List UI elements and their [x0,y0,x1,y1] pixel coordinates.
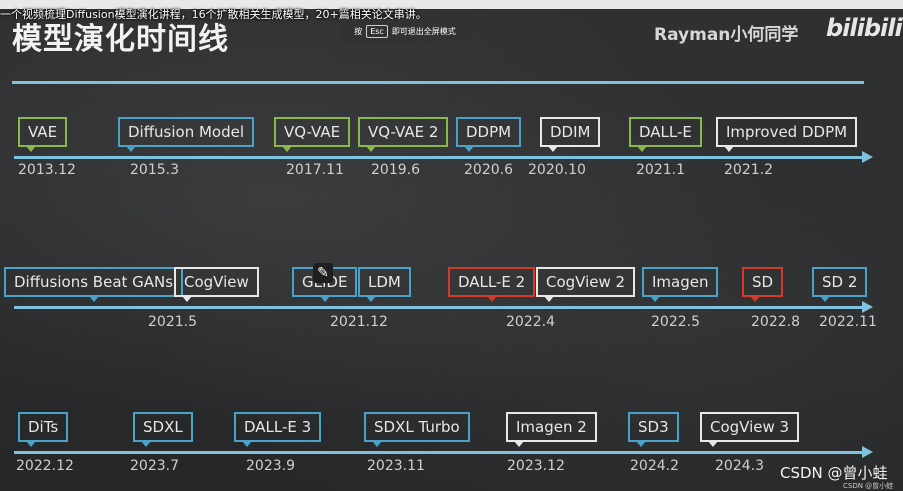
timeline-axis-row2 [14,306,864,309]
date-vae: 2013.12 [18,162,76,178]
model-node-dall-e-3: DALL-E 3 [234,412,322,447]
date-sd: 2022.8 [751,314,800,330]
date-improved-ddpm: 2021.2 [724,162,773,178]
model-node-vq-vae-2: VQ-VAE 2 [358,117,449,152]
date-cogview: 2021.5 [148,314,197,330]
model-node-cogview: CogView [174,267,259,302]
date-vq-vae: 2017.11 [286,162,344,178]
model-node-cogview-3: CogView 3 [700,412,800,447]
model-node-dall-e-2: DALL-E 2 [448,267,536,302]
date-imagen-2: 2023.12 [507,458,565,474]
model-node-imagen: Imagen [642,267,719,302]
model-node-vq-vae: VQ-VAE [274,117,351,152]
fullscreen-exit-toast: 按 Esc 即可退出全屏模式 [339,19,471,43]
date-ddim: 2020.10 [528,162,586,178]
date-imagen: 2022.5 [651,314,700,330]
date-diffusion-model: 2015.3 [130,162,179,178]
date-dits: 2022.12 [16,458,74,474]
arrow-right-icon [862,151,873,163]
slide-title: 模型演化时间线 [12,22,229,57]
model-node-sd3: SD3 [628,412,679,447]
toast-prefix: 按 [354,26,363,36]
model-node-cogview-2: CogView 2 [536,267,636,302]
date-sd3: 2024.2 [630,458,679,474]
model-node-imagen-2: Imagen 2 [506,412,597,447]
toast-suffix: 即可退出全屏模式 [391,26,456,36]
date-dall-e: 2021.1 [636,162,685,178]
date-cogview-2: 2022.4 [506,314,555,330]
model-node-sdxl-turbo: SDXL Turbo [364,412,470,447]
date-sdxl-turbo: 2023.11 [367,458,425,474]
csdn-watermark: CSDN @曾小蛙 [780,464,888,482]
date-sd-2: 2022.11 [819,314,877,330]
date-ddpm: 2020.6 [464,162,513,178]
model-node-sd-2: SD 2 [812,267,868,302]
cursor-icon: ✎ [313,263,333,283]
model-node-ddpm: DDPM [456,117,522,152]
csdn-watermark-small: CSDN @曾小蛙 [843,482,894,490]
arrow-right-icon [862,446,873,458]
author-watermark: Rayman小何同学 [654,25,799,45]
model-node-dall-e: DALL-E [629,117,702,152]
date-cogview-3: 2024.3 [715,458,764,474]
title-underline [12,81,864,84]
timeline-axis-row1 [14,156,864,159]
model-node-improved-ddpm: Improved DDPM [716,117,858,152]
model-node-vae: VAE [18,117,68,152]
video-frame: 一个视频梳理Diffusion模型演化讲程，16个扩散相关生成模型，20+篇相关… [0,0,903,491]
model-node-sdxl: SDXL [133,412,193,447]
model-node-dits: DiTs [18,412,69,447]
date-dall-e-3: 2023.9 [246,458,295,474]
timeline-axis-row3 [14,451,864,454]
model-node-ldm: LDM [358,267,411,302]
date-vq-vae-2: 2019.6 [371,162,420,178]
date-ldm: 2021.12 [330,314,388,330]
esc-key-badge: Esc [366,24,388,38]
model-node-sd: SD [742,267,784,302]
date-sdxl: 2023.7 [130,458,179,474]
model-node-diffusion-model: Diffusion Model [118,117,255,152]
model-node-diffusions-beat-gans: Diffusions Beat GANs [4,267,184,302]
model-node-ddim: DDIM [540,117,601,152]
bilibili-logo: bilibili [826,14,903,42]
arrow-right-icon [862,301,873,313]
